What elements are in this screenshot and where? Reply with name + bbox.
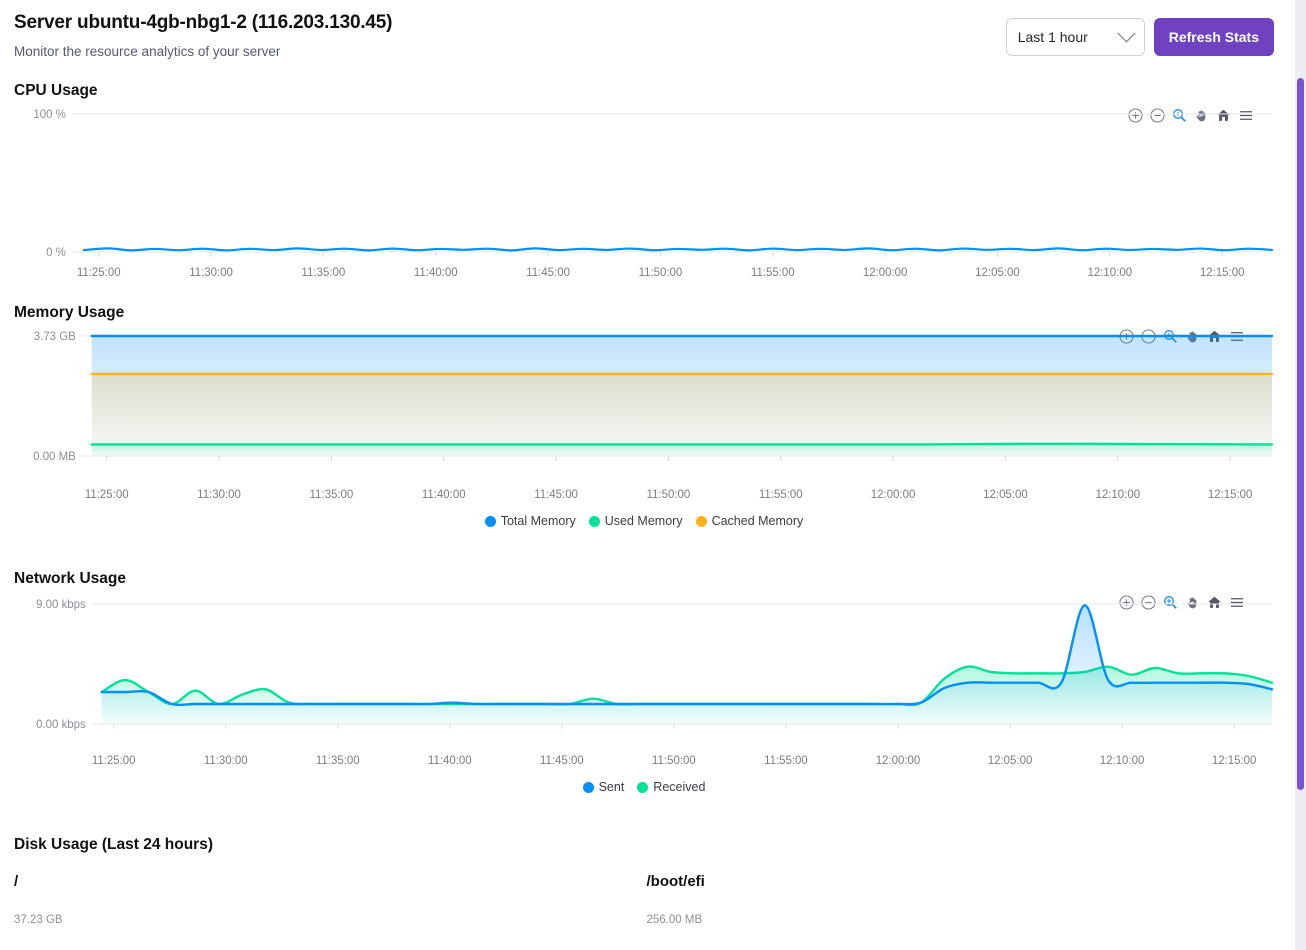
x-axis-tick-label: 12:05:00 <box>988 755 1033 767</box>
x-axis-tick-label: 12:10:00 <box>1096 489 1141 501</box>
x-axis-tick-label: 11:25:00 <box>77 267 121 279</box>
memory-line-used-memory <box>90 442 1274 446</box>
memory-ytick-top: 3.73 GB <box>34 331 76 343</box>
x-axis-tick-label: 12:05:00 <box>975 267 1020 279</box>
x-axis-tick-label: 11:30:00 <box>189 267 233 279</box>
x-axis-tick-label: 11:30:00 <box>197 489 241 501</box>
page-header: Server ubuntu-4gb-nbg1-2 (116.203.130.45… <box>14 0 1274 72</box>
x-axis-tick-label: 11:40:00 <box>414 267 458 279</box>
legend-dot-icon <box>637 781 649 793</box>
legend-dot-icon <box>588 515 600 527</box>
disk-usage-title: Disk Usage (Last 24 hours) <box>14 836 213 853</box>
cpu-chart-svg: 100 % 0 % 11:25:00 11:30:00 11:35:00 11:40:… <box>33 109 1274 279</box>
disk-mount-name: / <box>14 873 19 890</box>
network-chart-svg: 9.00 kbps 0.00 kbps 11:25:00 11:30:00 11:3… <box>36 599 1274 767</box>
x-axis-tick-label: 11:45:00 <box>526 267 570 279</box>
x-axis-tick-label: 12:15:00 <box>1200 267 1245 279</box>
x-axis-tick-label: 11:40:00 <box>422 489 466 501</box>
time-range-select[interactable]: Last 1 hour <box>1005 18 1145 56</box>
x-axis-tick-label: 12:05:00 <box>983 489 1028 501</box>
cpu-usage-section: CPU Usage 100 % 0 % 11:25:00 11:30:00 11… <box>14 82 1274 290</box>
x-axis-tick-label: 11:40:00 <box>428 755 472 767</box>
cpu-series-group <box>82 247 1274 252</box>
x-axis-tick-label: 11:45:00 <box>534 489 578 501</box>
memory-ytick-bottom: 0.00 MB <box>33 451 76 463</box>
x-axis-tick-label: 11:55:00 <box>759 489 803 501</box>
disk-mount-bootefi: /boot/efi 256.00 MB <box>642 873 1275 926</box>
disk-usage-section: Disk Usage (Last 24 hours) / 37.23 GB /b… <box>14 836 1274 926</box>
memory-usage-section: Memory Usage 3.73 GB 0.00 MB 11:25:00 11… <box>14 304 1274 528</box>
x-axis-tick-label: 11:25:00 <box>92 755 136 767</box>
legend-item[interactable]: Cached Memory <box>695 514 804 528</box>
memory-chart-plot[interactable]: 3.73 GB 0.00 MB 11:25:00 11:30:00 11:35:00… <box>14 322 1274 512</box>
cpu-ytick-top: 100 % <box>33 109 65 121</box>
network-series-group <box>100 604 1274 724</box>
time-range-value: Last 1 hour <box>1017 29 1088 45</box>
x-axis-tick-label: 12:10:00 <box>1088 267 1133 279</box>
network-usage-section: Network Usage 9.00 kbps 0.00 kbps 11:25:… <box>14 570 1274 794</box>
page-scrollbar-track[interactable] <box>1295 0 1306 950</box>
legend-label: Used Memory <box>604 514 683 528</box>
x-axis-tick-label: 11:35:00 <box>302 267 346 279</box>
x-axis-tick-label: 12:15:00 <box>1208 489 1253 501</box>
chevron-down-icon <box>1117 23 1136 42</box>
disk-capacity-label: 256.00 MB <box>646 914 703 926</box>
memory-chart-svg: 3.73 GB 0.00 MB 11:25:00 11:30:00 11:35:00… <box>33 331 1274 501</box>
cpu-usage-title: CPU Usage <box>14 82 98 99</box>
legend-label: Sent <box>598 780 625 794</box>
network-ytick-top: 9.00 kbps <box>36 599 86 611</box>
x-axis-tick-label: 12:00:00 <box>876 755 921 767</box>
legend-label: Total Memory <box>500 514 576 528</box>
x-axis-tick-label: 11:35:00 <box>310 489 354 501</box>
header-controls: Last 1 hour Refresh Stats <box>1005 18 1274 56</box>
x-axis-tick-label: 11:45:00 <box>540 755 584 767</box>
legend-dot-icon <box>582 781 594 793</box>
x-axis-tick-label: 11:25:00 <box>85 489 129 501</box>
disk-mount-root: / 37.23 GB <box>14 873 642 926</box>
network-usage-title: Network Usage <box>14 570 126 587</box>
x-axis-tick-label: 11:30:00 <box>204 755 248 767</box>
x-axis-tick-label: 12:00:00 <box>863 267 908 279</box>
legend-label: Received <box>653 780 706 794</box>
x-axis-tick-label: 12:10:00 <box>1100 755 1145 767</box>
x-axis-tick-label: 11:55:00 <box>751 267 795 279</box>
x-axis-tick-label: 12:00:00 <box>871 489 916 501</box>
scroll-content: Server ubuntu-4gb-nbg1-2 (116.203.130.45… <box>0 0 1288 926</box>
cpu-line-series <box>82 247 1274 252</box>
memory-series-group <box>90 334 1274 456</box>
x-axis-tick-label: 11:50:00 <box>652 755 696 767</box>
dashboard-page: Server ubuntu-4gb-nbg1-2 (116.203.130.45… <box>0 0 1306 950</box>
page-scrollbar-thumb[interactable] <box>1297 78 1304 790</box>
cpu-gridlines <box>71 113 1273 253</box>
network-chart-legend: Sent Received <box>14 780 1274 794</box>
x-axis-tick-label: 11:50:00 <box>647 489 691 501</box>
cpu-xticks: 11:25:00 11:30:00 11:35:00 11:40:00 11:45:00… <box>77 252 1245 279</box>
network-area-sent <box>101 605 1273 724</box>
refresh-stats-button[interactable]: Refresh Stats <box>1153 18 1274 56</box>
legend-item[interactable]: Used Memory <box>588 514 683 528</box>
cpu-ytick-bottom: 0 % <box>46 247 66 259</box>
network-chart-plot[interactable]: 9.00 kbps 0.00 kbps 11:25:00 11:30:00 11:3… <box>14 588 1274 778</box>
disk-capacity-label: 37.23 GB <box>14 914 63 926</box>
memory-usage-title: Memory Usage <box>14 304 125 321</box>
cpu-chart-plot[interactable]: 100 % 0 % 11:25:00 11:30:00 11:35:00 11:40:… <box>14 100 1274 290</box>
legend-item[interactable]: Received <box>637 780 705 794</box>
disk-mount-name: /boot/efi <box>646 873 705 890</box>
legend-item[interactable]: Total Memory <box>484 514 576 528</box>
network-xticks: 11:25:00 11:30:00 11:35:00 11:40:00 11:45:00… <box>92 724 1257 767</box>
x-axis-tick-label: 12:15:00 <box>1212 755 1257 767</box>
legend-item[interactable]: Sent <box>582 780 625 794</box>
x-axis-tick-label: 11:35:00 <box>316 755 360 767</box>
legend-dot-icon <box>695 515 707 527</box>
legend-label: Cached Memory <box>711 514 804 528</box>
x-axis-tick-label: 11:55:00 <box>764 755 808 767</box>
memory-chart-legend: Total Memory Used Memory Cached Memory <box>14 514 1274 528</box>
network-ytick-bottom: 0.00 kbps <box>36 719 86 731</box>
legend-dot-icon <box>484 515 496 527</box>
disk-mount-row: / 37.23 GB /boot/efi 256.00 MB <box>14 873 1274 926</box>
memory-xticks: 11:25:00 11:30:00 11:35:00 11:40:00 11:45:00… <box>85 456 1253 501</box>
x-axis-tick-label: 11:50:00 <box>639 267 683 279</box>
